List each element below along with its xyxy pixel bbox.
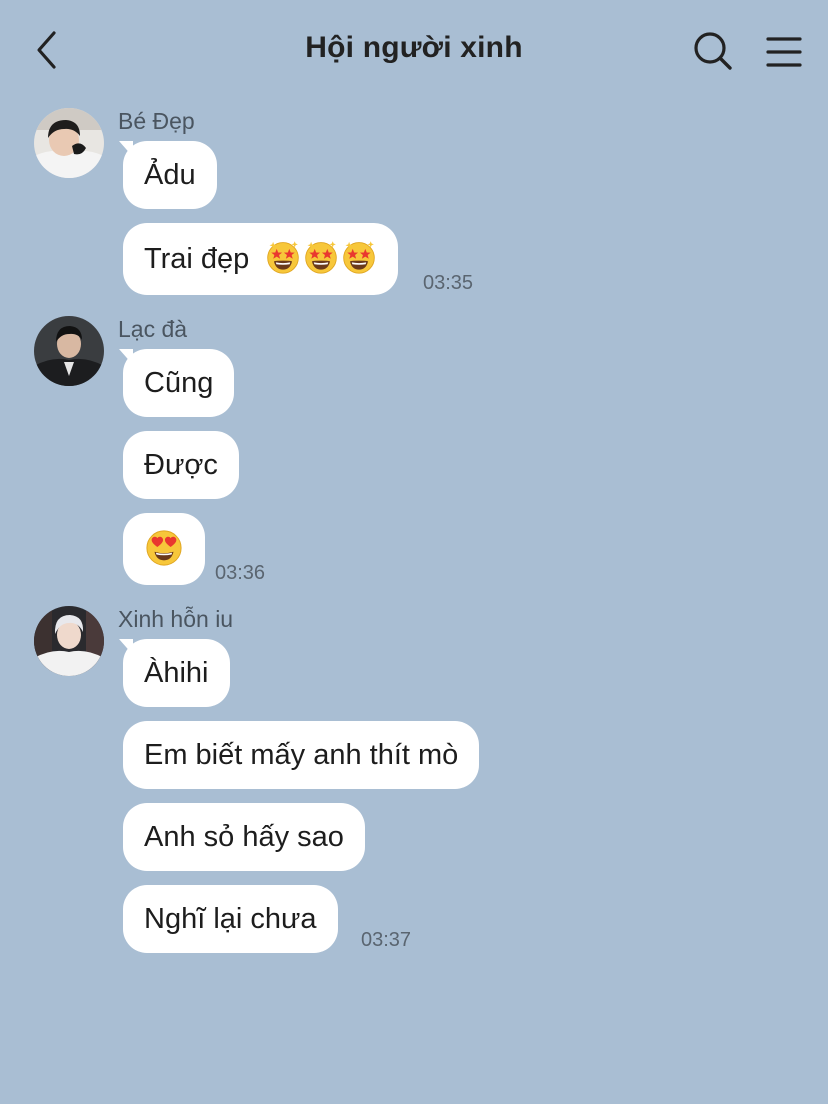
message-text: Nghĩ lại chưa: [144, 903, 317, 935]
message-timestamp: 03:35: [423, 272, 474, 294]
message-bubble[interactable]: Cũng: [118, 349, 235, 417]
message-bubble[interactable]: Em biết mấy anh thít mò: [123, 721, 480, 789]
avatar[interactable]: [34, 108, 104, 178]
message-bubble[interactable]: [123, 513, 205, 585]
message-timestamp: 03:37: [361, 929, 412, 951]
message-bubble[interactable]: Àhihi: [119, 639, 230, 707]
avatar[interactable]: [34, 316, 104, 386]
star-struck-emoji: [263, 243, 377, 275]
message-text: Anh sỏ hấy sao: [144, 821, 344, 853]
message-text: Trai đẹp: [144, 243, 250, 275]
message-bubble[interactable]: Ảdu: [119, 141, 217, 209]
sender-name: Xinh hỗn iu: [118, 606, 234, 632]
message-bubble[interactable]: Anh sỏ hấy sao: [123, 803, 365, 871]
message-text: Em biết mấy anh thít mò: [144, 739, 459, 771]
message-text: Cũng: [144, 367, 214, 399]
chat-header: Hội người xinh: [0, 0, 828, 100]
message-bubble[interactable]: Trai đẹp: [123, 223, 399, 295]
sender-name: Lạc đà: [118, 316, 188, 342]
sender-name: Bé Đẹp: [118, 108, 195, 134]
search-icon: [694, 32, 732, 70]
search-button[interactable]: [692, 30, 734, 72]
message-bubble[interactable]: Được: [123, 431, 239, 499]
hamburger-menu-icon: [766, 37, 802, 67]
message-text: Àhihi: [144, 657, 209, 689]
message-text: Ảdu: [144, 159, 196, 191]
message-bubble[interactable]: Nghĩ lại chưa: [123, 885, 338, 953]
message-text: Được: [144, 449, 218, 481]
menu-button[interactable]: [764, 32, 804, 72]
avatar[interactable]: [34, 606, 104, 676]
message-timestamp: 03:36: [215, 562, 266, 584]
heart-eyes-emoji: [145, 529, 183, 567]
